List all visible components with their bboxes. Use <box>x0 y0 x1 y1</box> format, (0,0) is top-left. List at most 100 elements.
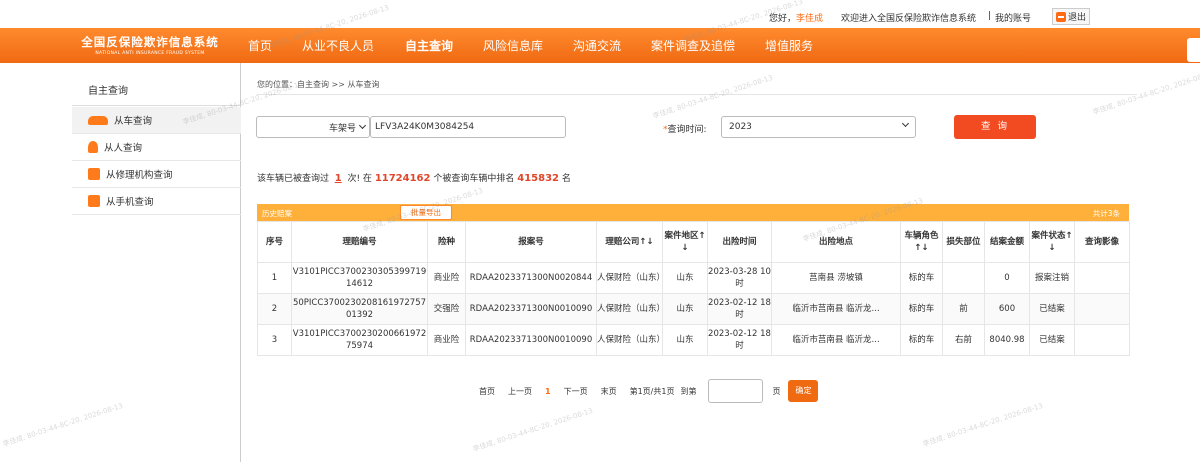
cell-settlement-amount: 0 <box>984 262 1030 294</box>
cell-settlement-amount: 8040.98 <box>984 324 1030 356</box>
table-row: 3 V3101PICC370023020066197275974 商业险 RDA… <box>257 324 1130 356</box>
nav-communication[interactable]: 沟通交流 <box>573 37 621 54</box>
nav-case-investigation[interactable]: 案件调查及追偿 <box>651 37 735 54</box>
col-header-accident-time: 出险时间 <box>707 221 772 263</box>
cell-case-status: 已结案 <box>1029 324 1075 356</box>
main-nav: 全国反保险欺诈信息系统 NATIONAL ANTI INSURANCE FRAU… <box>0 28 1200 63</box>
nav-side-tab[interactable] <box>1187 38 1200 62</box>
cell-damage-part: 前 <box>942 293 985 325</box>
pager-next[interactable]: 下一页 <box>564 386 588 397</box>
cell-region: 山东 <box>662 262 708 294</box>
greeting: 您好，李佳成 <box>769 11 823 24</box>
cell-accident-time: 2023-02-12 18时 <box>707 324 772 356</box>
logout-icon <box>1056 11 1066 22</box>
username[interactable]: 李佳成 <box>796 14 823 24</box>
vin-input[interactable]: LFV3A24K0M3084254 <box>370 116 566 138</box>
main-content: 您的位置：自主查询 >> 从车查询 车架号 LFV3A24K0M3084254 … <box>241 63 1200 462</box>
rank-value: 415832 <box>517 173 559 184</box>
query-count[interactable]: 1 <box>335 173 342 184</box>
sidebar-item-repair[interactable]: 从修理机构查询 <box>72 161 241 188</box>
sidebar-title: 自主查询 <box>72 78 241 106</box>
logo: 全国反保险欺诈信息系统 NATIONAL ANTI INSURANCE FRAU… <box>80 34 220 56</box>
pager-goto-input[interactable] <box>708 379 764 403</box>
phone-icon <box>88 195 100 207</box>
cell-query-image[interactable] <box>1074 324 1130 356</box>
col-header-insurance-type: 险种 <box>427 221 466 263</box>
logo-title: 全国反保险欺诈信息系统 <box>81 35 219 49</box>
pager-current[interactable]: 1 <box>545 387 551 396</box>
chevron-down-icon <box>358 121 367 130</box>
cell-insurance-type: 交强险 <box>427 293 466 325</box>
nav-bad-practitioners[interactable]: 从业不良人员 <box>302 37 374 54</box>
cell-report-no: RDAA2023371300N0010090 <box>465 324 597 356</box>
col-header-report-no: 报案号 <box>465 221 597 263</box>
logout-button[interactable]: 退出 <box>1052 8 1090 25</box>
query-button[interactable]: 查 询 <box>954 115 1036 139</box>
nav-home[interactable]: 首页 <box>248 37 272 54</box>
cell-vehicle-role: 标的车 <box>900 324 943 356</box>
pager-prev[interactable]: 上一页 <box>508 386 532 397</box>
cell-damage-part <box>942 262 985 294</box>
cell-accident-location: 莒南县 涝坡镇 <box>771 262 901 294</box>
car-icon <box>88 115 108 125</box>
cell-company: 人保财险（山东） <box>596 324 663 356</box>
cell-query-image[interactable] <box>1074 262 1130 294</box>
sidebar-item-label: 从修理机构查询 <box>106 170 173 181</box>
cell-accident-location: 临沂市莒南县 临沂龙... <box>771 293 901 325</box>
my-account-link[interactable]: 我的账号 <box>995 11 1031 24</box>
cell-query-image[interactable] <box>1074 293 1130 325</box>
cell-insurance-type: 商业险 <box>427 262 466 294</box>
cell-company: 人保财险（山东） <box>596 293 663 325</box>
query-time-select[interactable]: 2023 <box>721 116 916 138</box>
cell-company: 人保财险（山东） <box>596 262 663 294</box>
cell-case-status: 报案注销 <box>1029 262 1075 294</box>
table-row: 1 V3101PICC370023030539971914612 商业险 RDA… <box>257 262 1130 294</box>
query-time-label-text: 查询时间: <box>667 125 707 135</box>
col-header-settlement-amount: 结案金额 <box>984 221 1030 263</box>
pager-last[interactable]: 末页 <box>601 386 617 397</box>
sidebar-item-label: 从人查询 <box>104 143 143 154</box>
cell-report-no: RDAA2023371300N0010090 <box>465 293 597 325</box>
topbar-separator: | <box>988 11 992 21</box>
sidebar: 自主查询 从车查询 从人查询 从修理机构查询 从手机查询 <box>0 63 241 462</box>
pagination: 首页 上一页 1 下一页 末页 第1页/共1页 到第 页 确定 <box>479 379 819 403</box>
col-header-case-status[interactable]: 案件状态↑↓ <box>1029 221 1075 263</box>
pager-first[interactable]: 首页 <box>479 386 495 397</box>
sidebar-item-label: 从车查询 <box>114 116 153 127</box>
cell-accident-time: 2023-03-28 10时 <box>707 262 772 294</box>
col-header-damage-part: 损失部位 <box>942 221 985 263</box>
col-header-region[interactable]: 案件地区↑↓ <box>662 221 708 263</box>
sidebar-item-vehicle[interactable]: 从车查询 <box>72 107 241 134</box>
cell-insurance-type: 商业险 <box>427 324 466 356</box>
logout-label: 退出 <box>1068 13 1087 23</box>
cell-claim-no: 50PICC370023020816197275701392 <box>291 293 428 325</box>
cell-index: 1 <box>257 262 292 294</box>
person-icon <box>88 141 98 153</box>
cell-case-status: 已结案 <box>1029 293 1075 325</box>
sidebar-item-phone[interactable]: 从手机查询 <box>72 188 241 215</box>
stats-text: 该车辆已被查询过 <box>257 174 330 184</box>
col-header-vehicle-role[interactable]: 车辆角色↑↓ <box>900 221 943 263</box>
cell-vehicle-role: 标的车 <box>900 293 943 325</box>
col-header-company[interactable]: 理赔公司↑↓ <box>596 221 663 263</box>
cell-damage-part: 右前 <box>942 324 985 356</box>
stats-text: 个被查询车辆中排名 <box>433 174 515 184</box>
welcome-text: 欢迎进入全国反保险欺诈信息系统 <box>841 14 977 24</box>
nav-value-added[interactable]: 增值服务 <box>765 37 813 54</box>
pager-goto-label: 到第 <box>680 386 697 396</box>
col-header-query-image: 查询影像 <box>1074 221 1130 263</box>
batch-export-button[interactable]: 批量导出 <box>400 205 452 220</box>
history-total: 共计3条 <box>1092 209 1120 218</box>
claims-table: 序号 理赔编号 险种 报案号 理赔公司↑↓ 案件地区↑↓ 出险时间 出险地点 车… <box>257 221 1130 356</box>
repair-shop-icon <box>88 168 100 180</box>
table-header-row: 序号 理赔编号 险种 报案号 理赔公司↑↓ 案件地区↑↓ 出险时间 出险地点 车… <box>257 221 1130 263</box>
field-type-select[interactable]: 车架号 <box>256 116 370 138</box>
sidebar-item-label: 从手机查询 <box>106 197 154 208</box>
nav-self-query[interactable]: 自主查询 <box>405 37 453 54</box>
pager-go-button[interactable]: 确定 <box>788 380 819 402</box>
col-header-accident-location: 出险地点 <box>771 221 901 263</box>
cell-index: 2 <box>257 293 292 325</box>
sidebar-item-person[interactable]: 从人查询 <box>72 134 241 161</box>
top-bar: 您好，李佳成 欢迎进入全国反保险欺诈信息系统 | 我的账号 退出 <box>0 0 1200 28</box>
nav-risk-database[interactable]: 风险信息库 <box>483 37 543 54</box>
